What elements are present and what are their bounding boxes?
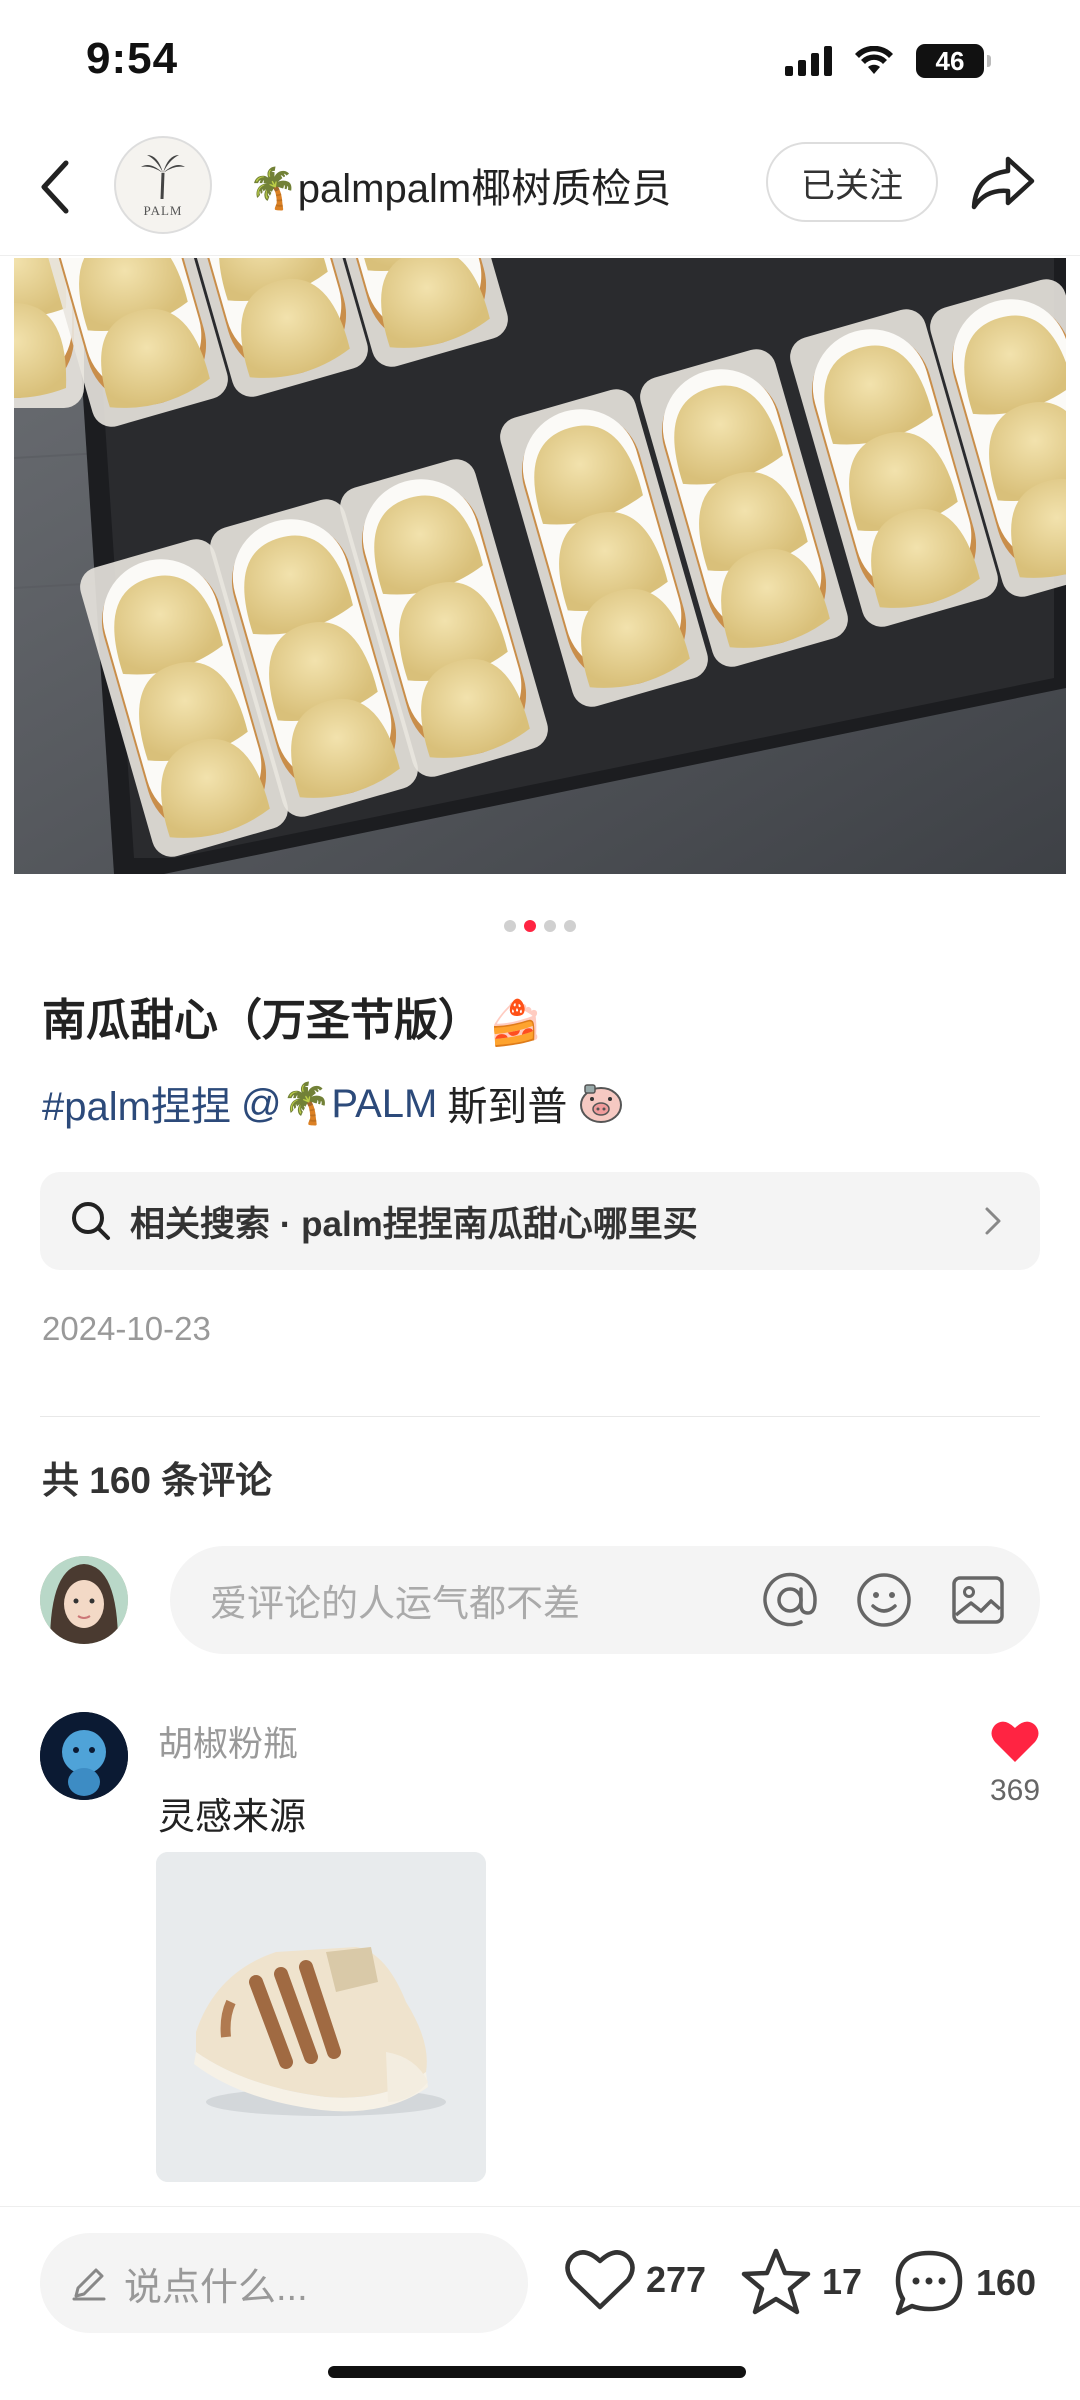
comment-input[interactable]: 爱评论的人运气都不差 — [170, 1546, 1040, 1654]
post-title-text: 南瓜甜心（万圣节版） — [42, 996, 482, 1045]
favorite-count: 17 — [822, 2261, 863, 2302]
user-avatar-image — [40, 1556, 128, 1644]
hashtag-link[interactable]: #palm捏捏 — [42, 1074, 231, 1132]
favorite-button[interactable]: 17 — [740, 2247, 862, 2317]
say-something-input[interactable]: 说点什么... — [40, 2233, 528, 2333]
status-bar: 9:54 46 — [0, 0, 1080, 120]
chevron-right-icon — [985, 1207, 1001, 1235]
comment-text: 灵感来源 — [158, 1796, 306, 1837]
at-icon — [763, 1572, 817, 1627]
author-avatar[interactable]: PALM — [114, 136, 212, 234]
my-avatar — [40, 1556, 128, 1644]
comment-count: 共 160 条评论 — [42, 1460, 273, 1501]
comment-count-bottom: 160 — [976, 2262, 1037, 2303]
carousel-indicator — [0, 920, 1080, 932]
emoji-button[interactable] — [854, 1570, 914, 1630]
heart-icon — [565, 2250, 635, 2310]
smiley-icon — [857, 1573, 911, 1627]
mention-button[interactable] — [760, 1570, 820, 1630]
share-icon — [971, 156, 1035, 210]
dessert-tray-photo — [14, 258, 1066, 874]
search-icon — [72, 1202, 110, 1240]
cellular-signal-icon — [785, 46, 832, 76]
palm-tree-logo — [141, 155, 185, 200]
back-button[interactable] — [30, 152, 80, 222]
say-something-placeholder: 说点什么... — [124, 2266, 308, 2309]
post-title: 南瓜甜心（万圣节版） 🍰 — [42, 984, 543, 1049]
commenter-avatar[interactable] — [40, 1712, 128, 1800]
related-search-label: 相关搜索 · palm捏捏南瓜甜心哪里买 — [130, 1204, 698, 1244]
avatar-text: PALM — [143, 203, 183, 218]
carousel-dot — [504, 920, 516, 932]
post-image[interactable] — [14, 258, 1066, 874]
pig-sticker-icon — [580, 1084, 623, 1123]
chevron-left-icon — [41, 160, 69, 214]
mention-link[interactable]: @🌴PALM — [241, 1080, 437, 1127]
comment-bubble-icon — [895, 2250, 963, 2316]
commenter-avatar-image — [40, 1712, 128, 1800]
pencil-icon — [72, 2268, 106, 2301]
carousel-dot — [564, 920, 576, 932]
comment-like-button[interactable]: 369 — [980, 1718, 1050, 1808]
cake-emoji: 🍰 — [488, 999, 543, 1049]
commenter-name[interactable]: 胡椒粉瓶 — [158, 1716, 298, 1767]
wifi-icon — [855, 46, 893, 74]
image-button[interactable] — [948, 1570, 1008, 1630]
related-search-bar[interactable]: 相关搜索 · palm捏捏南瓜甜心哪里买 — [40, 1172, 1040, 1270]
divider — [40, 1416, 1040, 1417]
heart-filled-icon — [991, 1721, 1039, 1762]
follow-button[interactable]: 已关注 — [766, 142, 938, 222]
comment-input-placeholder: 爱评论的人运气都不差 — [210, 1583, 580, 1624]
status-icons: 46 — [785, 44, 991, 78]
post-date: 2024-10-23 — [42, 1310, 211, 1347]
carousel-dot — [544, 920, 556, 932]
share-button[interactable] — [966, 148, 1040, 218]
post-tag-text: 斯到普 — [447, 1085, 568, 1129]
carousel-dot-active — [524, 920, 536, 932]
comment-button[interactable]: 160 — [892, 2247, 1036, 2319]
comment-input-tools — [760, 1570, 1008, 1630]
comment-image[interactable] — [156, 1852, 486, 2182]
author-name[interactable]: 🌴palmpalm椰树质检员 — [248, 156, 671, 214]
like-count: 277 — [646, 2259, 707, 2300]
status-time: 9:54 — [86, 34, 179, 83]
post-header: PALM 🌴palmpalm椰树质检员 已关注 — [0, 120, 1080, 256]
battery-icon: 46 — [916, 44, 991, 78]
sneaker-photo — [156, 1852, 486, 2182]
comment-like-count: 369 — [989, 1774, 1041, 1807]
image-icon — [952, 1576, 1004, 1624]
home-indicator[interactable] — [328, 2366, 746, 2378]
like-button[interactable]: 277 — [564, 2247, 706, 2313]
post-tags: #palm捏捏 @🌴PALM 斯到普 — [42, 1074, 625, 1132]
star-icon — [741, 2248, 811, 2315]
